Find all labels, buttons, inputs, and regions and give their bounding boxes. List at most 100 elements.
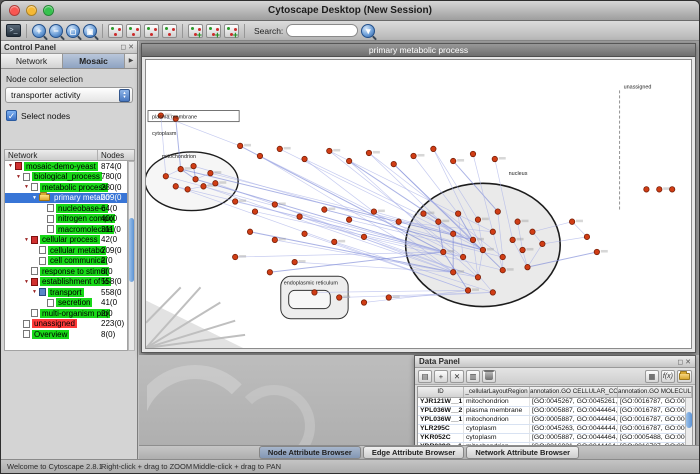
graph-node[interactable] (233, 254, 238, 259)
graph-node[interactable] (492, 156, 497, 161)
graph-node[interactable] (173, 184, 178, 189)
graph-node[interactable] (460, 254, 465, 259)
tab-edge-attribute-browser[interactable]: Edge Attribute Browser (363, 446, 464, 459)
graph-node[interactable] (208, 170, 213, 175)
window-minimize-button[interactable] (26, 5, 37, 16)
zoom-out-icon[interactable] (49, 24, 63, 38)
graph-node[interactable] (396, 219, 401, 224)
graph-node[interactable] (233, 199, 238, 204)
graph-node[interactable] (594, 249, 599, 254)
graph-node[interactable] (252, 209, 257, 214)
graph-node[interactable] (500, 267, 505, 272)
graph-node[interactable] (490, 290, 495, 295)
window-close-button[interactable] (9, 5, 20, 16)
tree-column-network[interactable]: Network (5, 150, 98, 160)
graph-node[interactable] (436, 219, 441, 224)
graph-node[interactable] (292, 259, 297, 264)
import-attributes-icon[interactable] (677, 370, 692, 383)
tree-item[interactable]: unassigned223(0) (5, 319, 127, 330)
graph-node[interactable] (371, 209, 376, 214)
graph-node[interactable] (470, 237, 475, 242)
graph-node[interactable] (500, 254, 505, 259)
table-row[interactable]: YKR052Ccytoplasm[GO:0005887, GO:0044464,… (418, 434, 692, 443)
edit-attribute-icon[interactable]: ▥ (466, 370, 480, 383)
graph-node[interactable] (465, 288, 470, 293)
tree-item[interactable]: ▼transport558(0 (5, 287, 127, 298)
graph-node[interactable] (470, 151, 475, 156)
graph-node[interactable] (490, 229, 495, 234)
hide-selection-icon[interactable] (144, 24, 159, 38)
graph-node[interactable] (540, 241, 545, 246)
graph-node[interactable] (451, 158, 456, 163)
graph-edge[interactable] (572, 222, 587, 237)
zoom-fit-icon[interactable] (83, 24, 97, 38)
expand-arrow-icon[interactable]: ▼ (32, 289, 39, 295)
graph-node[interactable] (451, 269, 456, 274)
tree-item[interactable]: nitrogen compo40(0 (5, 214, 127, 225)
tab-node-attribute-browser[interactable]: Node Attribute Browser (259, 446, 361, 459)
graph-node[interactable] (510, 237, 515, 242)
graph-node[interactable] (361, 300, 366, 305)
graph-node[interactable] (361, 234, 366, 239)
color-attribute-dropdown[interactable]: transporter activity ▲▼ (5, 87, 133, 103)
tree-scrollbar[interactable] (128, 161, 135, 351)
graph-node[interactable] (267, 269, 272, 274)
tree-item[interactable]: ▼primary metabo209(0 (5, 193, 127, 204)
add-annotation-icon[interactable] (224, 24, 239, 38)
network-view-title[interactable]: primary metabolic process (142, 44, 695, 57)
table-row[interactable]: YJR121W__1mitochondrion[GO:0045267, GO:0… (418, 398, 692, 407)
first-neighbors-icon[interactable] (108, 24, 123, 38)
create-attribute-icon[interactable]: + (434, 370, 448, 383)
tree-item[interactable]: response to stimul8(0 (5, 266, 127, 277)
graph-node[interactable] (451, 231, 456, 236)
column-header[interactable]: annotation.GO CELLULAR_COMPONENT (530, 387, 618, 397)
zoom-selected-icon[interactable] (66, 24, 80, 38)
graph-node[interactable] (191, 163, 196, 168)
column-header[interactable]: annotation.GO MOLECULAR_FUNCTION (618, 387, 692, 397)
graph-node[interactable] (391, 161, 396, 166)
network-canvas[interactable]: plasma membranecytoplasmmitochondrionnuc… (145, 59, 692, 349)
table-scrollbar[interactable] (685, 398, 692, 445)
tree-item[interactable]: cellular metabo209(0 (5, 245, 127, 256)
table-row[interactable]: YLR295Ccytoplasm[GO:0045263, GO:0044444,… (418, 425, 692, 434)
expand-arrow-icon[interactable]: ▼ (24, 279, 31, 285)
graph-node[interactable] (669, 187, 674, 192)
graph-node[interactable] (657, 187, 662, 192)
graph-node[interactable] (644, 187, 649, 192)
tab-network-attribute-browser[interactable]: Network Attribute Browser (466, 446, 579, 459)
search-input[interactable] (286, 24, 358, 37)
graph-node[interactable] (475, 217, 480, 222)
graph-node[interactable] (569, 219, 574, 224)
search-options-icon[interactable] (361, 24, 375, 38)
graph-node[interactable] (302, 156, 307, 161)
graph-node[interactable] (525, 264, 530, 269)
graph-node[interactable] (178, 166, 183, 171)
column-header[interactable]: _cellularLayoutRegion (464, 387, 530, 397)
expand-arrow-icon[interactable]: ▼ (24, 184, 31, 190)
close-datapanel-icon[interactable]: ✕ (685, 358, 691, 366)
tree-item[interactable]: cell communica2(0 (5, 256, 127, 267)
graph-edge[interactable] (166, 176, 443, 252)
tree-item[interactable]: ▼cellular process42(0 (5, 235, 127, 246)
graph-node[interactable] (332, 239, 337, 244)
graph-node[interactable] (247, 229, 252, 234)
tree-item[interactable]: ▼mosaic-demo-yeast874(0 (5, 161, 127, 172)
graph-node[interactable] (312, 290, 317, 295)
graph-node[interactable] (297, 214, 302, 219)
tree-item[interactable]: ▼biological_process780(0 (5, 172, 127, 183)
graph-node[interactable] (366, 150, 371, 155)
graph-node[interactable] (441, 249, 446, 254)
close-panel-icon[interactable]: ✕ (128, 43, 134, 51)
graph-node[interactable] (346, 158, 351, 163)
graph-node[interactable] (237, 143, 242, 148)
select-nodes-checkbox[interactable]: ✓ (6, 110, 17, 121)
table-row[interactable]: YPL036W__1mitochondrion[GO:0005887, GO:0… (418, 416, 692, 425)
column-header[interactable]: ID (418, 387, 464, 397)
graph-node[interactable] (302, 231, 307, 236)
graph-node[interactable] (272, 237, 277, 242)
matrix-icon[interactable]: ▦ (645, 370, 659, 383)
tree-item[interactable]: ▼metabolic process280(0 (5, 182, 127, 193)
graph-node[interactable] (272, 202, 277, 207)
expand-arrow-icon[interactable]: ▼ (8, 163, 15, 169)
graph-node[interactable] (530, 229, 535, 234)
